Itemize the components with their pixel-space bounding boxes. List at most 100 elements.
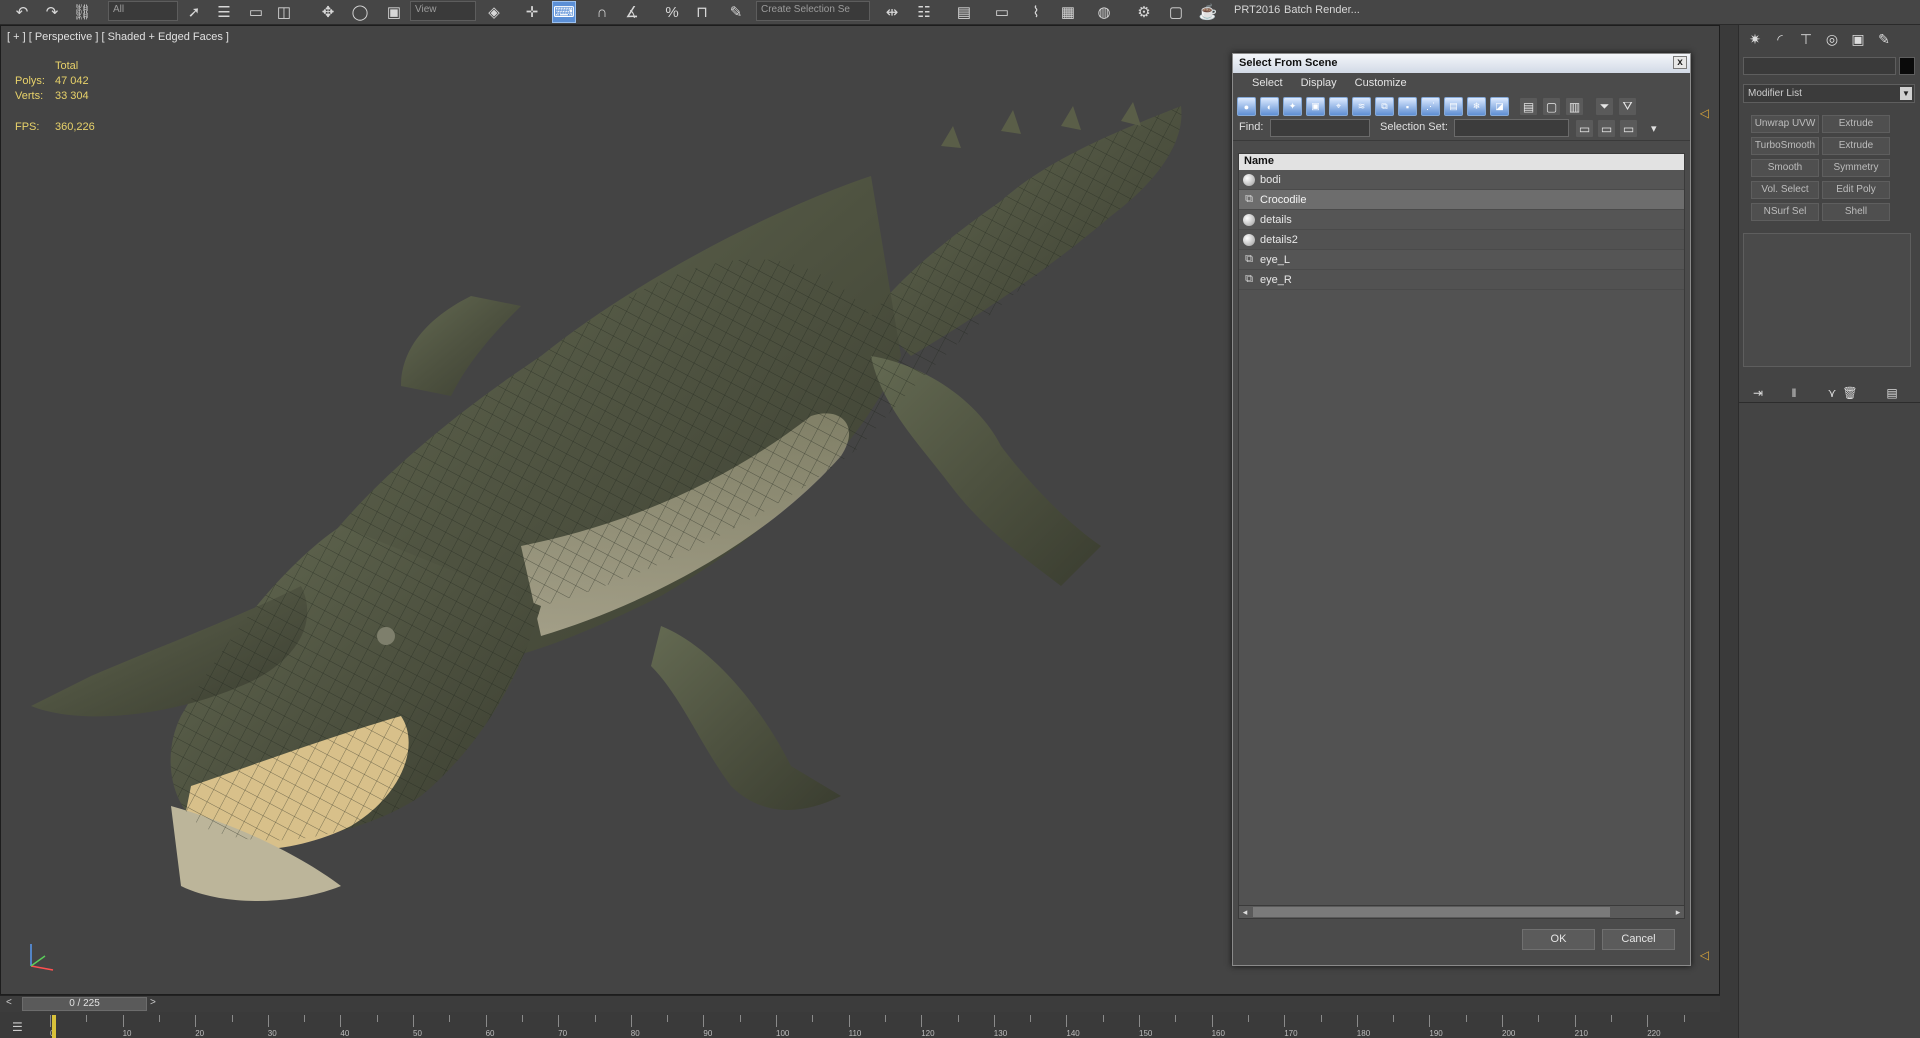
menu-select[interactable]: Select <box>1243 73 1292 94</box>
snap-toggle-icon[interactable]: ∩ <box>590 1 614 23</box>
ok-button[interactable]: OK <box>1522 929 1595 950</box>
motion-tab-icon[interactable]: ◎ <box>1821 28 1843 50</box>
display-helpers-icon[interactable]: ⌖ <box>1329 97 1348 116</box>
scene-object-list[interactable]: Name bodi ⧉ Crocodile details details2 ⧉ eye_L… <box>1238 153 1685 913</box>
viewport-label[interactable]: [ + ] [ Perspective ] [ Shaded + Edged F… <box>7 31 229 43</box>
scroll-left-icon[interactable]: ◂ <box>1239 906 1251 918</box>
horizontal-scrollbar[interactable]: ◂ ▸ <box>1238 905 1685 919</box>
spinner-snap-icon[interactable]: ⊓ <box>690 1 714 23</box>
create-set-icon[interactable]: ▭ <box>1575 119 1594 138</box>
list-item[interactable]: ⧉ Crocodile <box>1239 190 1684 210</box>
schematic-view-icon[interactable]: ▦ <box>1056 1 1080 23</box>
align-icon[interactable]: ☷ <box>912 1 936 23</box>
display-hidden-icon[interactable]: ◪ <box>1490 97 1509 116</box>
redo-icon[interactable]: ↷ <box>40 1 64 23</box>
display-frozen-icon[interactable]: ❄ <box>1467 97 1486 116</box>
chevron-down-icon[interactable]: ▾ <box>1651 122 1657 135</box>
frame-ruler[interactable]: 0102030405060708090100110120130140150160… <box>50 1015 1720 1038</box>
display-containers-icon[interactable]: ▤ <box>1444 97 1463 116</box>
prt-label[interactable]: PRT2016 <box>1234 4 1280 16</box>
selection-filter-dropdown[interactable]: All <box>108 1 178 21</box>
display-tab-icon[interactable]: ▣ <box>1847 28 1869 50</box>
select-object-icon[interactable]: ➚ <box>182 1 206 23</box>
display-none-icon[interactable]: ▢ <box>1542 97 1561 116</box>
object-color-swatch[interactable] <box>1899 57 1915 75</box>
menu-display[interactable]: Display <box>1292 73 1346 94</box>
close-icon[interactable]: x <box>1673 56 1687 69</box>
utilities-tab-icon[interactable]: ✎ <box>1873 28 1895 50</box>
current-time-marker[interactable] <box>52 1015 56 1038</box>
list-item[interactable]: details <box>1239 210 1684 230</box>
display-shapes-icon[interactable]: ◐ <box>1260 97 1279 116</box>
select-manipulate-icon[interactable]: ✛ <box>520 1 544 23</box>
add-to-set-icon[interactable]: ▭ <box>1597 119 1616 138</box>
keyboard-shortcut-override-icon[interactable]: ⌨ <box>552 1 576 23</box>
modifier-button[interactable]: Smooth <box>1751 159 1819 177</box>
find-input[interactable] <box>1270 119 1370 137</box>
display-xrefs-icon[interactable]: ▪ <box>1398 97 1417 116</box>
next-frame-button[interactable]: > <box>150 997 156 1008</box>
display-geometry-icon[interactable]: ● <box>1237 97 1256 116</box>
reference-coord-dropdown[interactable]: View <box>410 1 476 21</box>
modifier-button[interactable]: TurboSmooth <box>1751 137 1819 155</box>
curve-editor-mini-icon[interactable]: ☰ <box>12 1020 30 1034</box>
pivot-center-icon[interactable]: ◈ <box>482 1 506 23</box>
list-item[interactable]: ⧉ eye_R <box>1239 270 1684 290</box>
chevron-down-icon[interactable]: ▼ <box>1900 87 1912 100</box>
track-bar[interactable]: ☰ 01020304050607080901001101201301401501… <box>0 1012 1738 1038</box>
select-by-name-icon[interactable]: ☰ <box>212 1 236 23</box>
move-icon[interactable]: ✥ <box>316 1 340 23</box>
list-item[interactable]: ⧉ eye_L <box>1239 250 1684 270</box>
display-spacewarps-icon[interactable]: ≋ <box>1352 97 1371 116</box>
rect-select-region-icon[interactable]: ▭ <box>244 1 268 23</box>
filter-options-icon[interactable]: ⛛ <box>1618 97 1637 116</box>
modifier-button[interactable]: Edit Poly <box>1822 181 1890 199</box>
window-crossing-icon[interactable]: ◫ <box>272 1 296 23</box>
batch-render-label[interactable]: Batch Render... <box>1284 4 1360 16</box>
show-end-result-icon[interactable]: ‖ <box>1783 383 1805 403</box>
mirror-icon[interactable]: ⇹ <box>880 1 904 23</box>
render-production-icon[interactable]: ☕ <box>1196 1 1220 23</box>
modifier-stack[interactable] <box>1743 233 1911 367</box>
remove-modifier-icon[interactable]: 🗑 <box>1839 383 1861 403</box>
modifier-button[interactable]: Vol. Select <box>1751 181 1819 199</box>
cancel-button[interactable]: Cancel <box>1602 929 1675 950</box>
named-selection-dropdown[interactable]: Create Selection Se <box>756 1 870 21</box>
filter-icon[interactable]: ⏷ <box>1595 97 1614 116</box>
hierarchy-tab-icon[interactable]: ⊤ <box>1795 28 1817 50</box>
menu-customize[interactable]: Customize <box>1346 73 1416 94</box>
graphite-ribbon-icon[interactable]: ▭ <box>990 1 1014 23</box>
pin-stack-icon[interactable]: ⇥ <box>1747 383 1769 403</box>
modifier-button[interactable]: Unwrap UVW <box>1751 115 1819 133</box>
material-editor-icon[interactable]: ◍ <box>1092 1 1116 23</box>
modifier-button[interactable]: Extrude <box>1822 137 1890 155</box>
scroll-right-icon[interactable]: ▸ <box>1672 906 1684 918</box>
prev-frame-button[interactable]: < <box>6 997 12 1008</box>
object-name-field[interactable] <box>1743 57 1896 75</box>
display-cameras-icon[interactable]: ▣ <box>1306 97 1325 116</box>
modifier-button[interactable]: Extrude <box>1822 115 1890 133</box>
angle-snap-icon[interactable]: ∡ <box>620 1 644 23</box>
display-bones-icon[interactable]: ⋰ <box>1421 97 1440 116</box>
remove-from-set-icon[interactable]: ▭ <box>1619 119 1638 138</box>
rendered-frame-window-icon[interactable]: ▢ <box>1164 1 1188 23</box>
time-slider-thumb[interactable]: 0 / 225 <box>22 997 147 1011</box>
selection-set-dropdown[interactable] <box>1454 119 1569 137</box>
dialog-title-bar[interactable]: Select From Scene x <box>1233 54 1690 73</box>
configure-modifier-sets-icon[interactable]: ▤ <box>1881 383 1903 403</box>
undo-icon[interactable]: ↶ <box>10 1 34 23</box>
invert-display-icon[interactable]: ▥ <box>1565 97 1584 116</box>
display-all-icon[interactable]: ▤ <box>1519 97 1538 116</box>
link-icon[interactable]: ⛓ <box>70 1 94 23</box>
edit-named-selection-icon[interactable]: ✎ <box>724 1 748 23</box>
layer-manager-icon[interactable]: ▤ <box>952 1 976 23</box>
create-tab-icon[interactable]: ✷ <box>1744 28 1766 50</box>
time-slider[interactable]: < 0 / 225 > <box>0 995 1720 1012</box>
display-lights-icon[interactable]: ✦ <box>1283 97 1302 116</box>
percent-snap-icon[interactable]: % <box>660 1 684 23</box>
list-item[interactable]: bodi <box>1239 170 1684 190</box>
curve-editor-icon[interactable]: ⌇ <box>1024 1 1048 23</box>
modifier-button[interactable]: Shell <box>1822 203 1890 221</box>
list-item[interactable]: details2 <box>1239 230 1684 250</box>
name-column-header[interactable]: Name <box>1239 154 1684 170</box>
